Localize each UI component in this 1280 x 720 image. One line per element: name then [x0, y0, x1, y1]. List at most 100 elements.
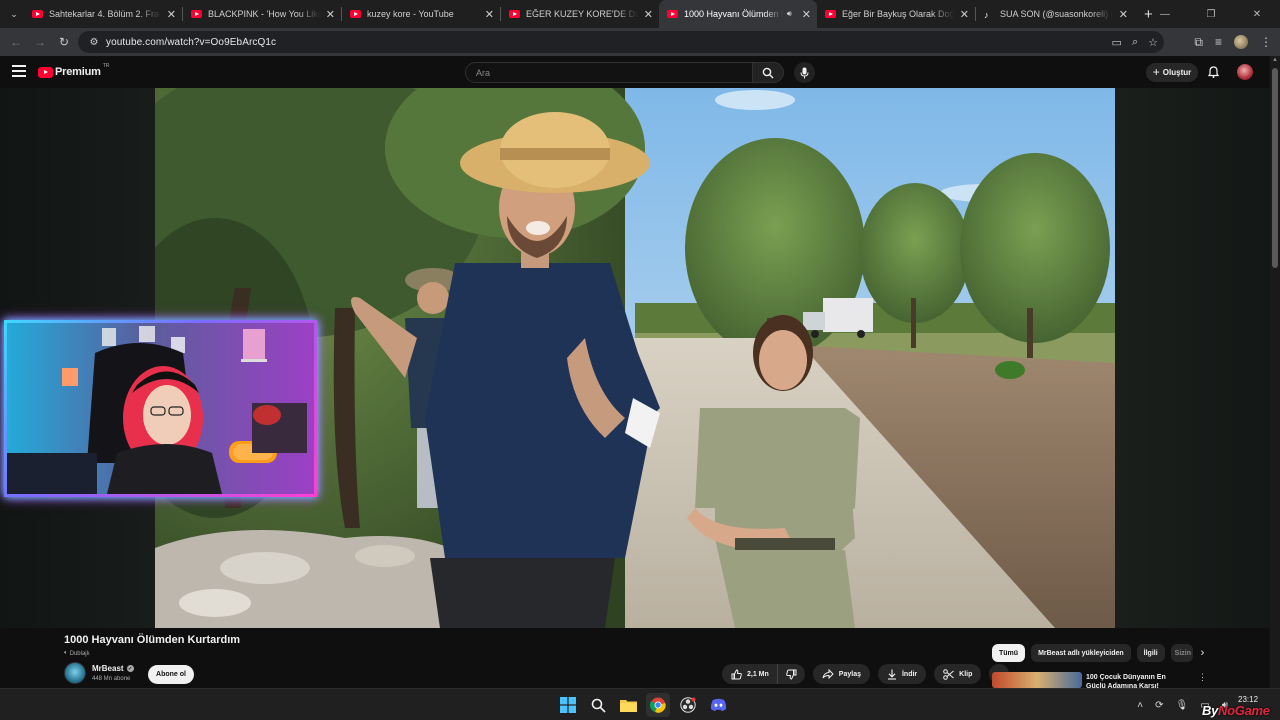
channel-name-row[interactable]: MrBeast ✓	[92, 664, 134, 673]
close-window-icon[interactable]: ✕	[1234, 9, 1280, 20]
create-button[interactable]: + Oluştur	[1146, 63, 1198, 82]
browser-toolbar: ← → ↻ ⚙︎ youtube.com/watch?v=Oo9EbArcQ1c…	[0, 28, 1280, 56]
reload-icon[interactable]: ↻	[52, 35, 76, 49]
recommended-video[interactable]: 100 Çocuk Dünyanın En Güçlü Adamına Karş…	[992, 672, 1212, 688]
address-bar[interactable]: ⚙︎ youtube.com/watch?v=Oo9EbArcQ1c ▭ ⌕ ☆	[78, 31, 1164, 53]
browser-tab-strip: ⌄ Sahtekarlar 4. Bölüm 2. Fragman ✕ BLAC…	[0, 0, 1280, 28]
back-icon[interactable]: ←	[4, 35, 28, 49]
tab-title: Eğer Bir Baykuş Olarak Doğsaydın	[842, 9, 954, 19]
browser-tab[interactable]: EĞER KUZEY KORE'DE DOĞSAYDIN ✕	[501, 0, 659, 28]
chevron-up-icon[interactable]: ˄	[1137, 700, 1143, 711]
folder-icon	[619, 700, 637, 712]
youtube-logo[interactable]: Premium TR	[38, 63, 109, 78]
youtube-icon	[667, 10, 678, 18]
browser-tab[interactable]: ♪ SUA SON (@suasonkoreli) | TikTok ✕	[976, 0, 1134, 28]
speaker-icon[interactable]: 🔊︎	[787, 9, 792, 19]
tab-title: BLACKPINK - 'How You Like That'	[208, 9, 320, 19]
related-filter-chips: Tümü MrBeast adlı yükleyiciden İlgili Si…	[992, 644, 1204, 662]
taskbar-apps	[556, 693, 730, 717]
start-button[interactable]	[556, 693, 580, 717]
cast-icon[interactable]: ▭	[1112, 36, 1122, 49]
search-icon	[591, 698, 606, 713]
download-button[interactable]: İndir	[877, 664, 927, 684]
recommended-thumbnail[interactable]	[992, 672, 1082, 688]
browser-menu-icon[interactable]: ⋮	[1260, 35, 1272, 49]
account-avatar[interactable]	[1237, 64, 1253, 80]
plus-icon: +	[1152, 65, 1160, 79]
bynogame-watermark: ByNoGame	[1202, 703, 1270, 718]
tab-title: EĞER KUZEY KORE'DE DOĞSAYDIN	[526, 9, 638, 19]
close-icon[interactable]: ✕	[644, 8, 653, 21]
close-icon[interactable]: ✕	[167, 8, 176, 21]
youtube-header: Premium TR + Oluştur	[0, 56, 1270, 88]
sync-icon[interactable]: ⟳	[1155, 700, 1163, 711]
ambient-right	[1115, 88, 1270, 628]
bookmark-star-icon[interactable]: ☆	[1148, 36, 1158, 49]
tab-search-button[interactable]: ⌄	[4, 4, 24, 24]
like-button[interactable]: 2,1 Mn	[722, 664, 777, 684]
scroll-up-icon[interactable]: ▲	[1272, 57, 1278, 63]
clip-button[interactable]: Klip	[934, 664, 982, 684]
extensions-icon[interactable]: ⧉	[1194, 35, 1203, 50]
file-explorer[interactable]	[616, 693, 640, 717]
chip-related[interactable]: İlgili	[1136, 644, 1165, 662]
recommended-title[interactable]: 100 Çocuk Dünyanın En Güçlü Adamına Karş…	[1086, 673, 1186, 688]
notifications-bell-icon[interactable]	[1208, 66, 1219, 78]
webcam-feed	[7, 323, 314, 494]
site-info-icon[interactable]: ⚙︎	[84, 37, 104, 48]
page-scrollbar[interactable]: ▲	[1270, 56, 1280, 688]
thumbs-down-icon	[786, 669, 797, 680]
youtube-icon	[32, 10, 43, 18]
tab-title: 1000 Hayvanı Ölümden Kurtardım	[684, 9, 783, 19]
chip-from-uploader[interactable]: MrBeast adlı yükleyiciden	[1031, 644, 1131, 662]
minimize-icon[interactable]: —	[1142, 9, 1188, 20]
media-control-icon[interactable]: ≡	[1215, 35, 1222, 49]
close-icon[interactable]: ✕	[485, 8, 494, 21]
tab-title: Sahtekarlar 4. Bölüm 2. Fragman	[49, 9, 161, 19]
forward-icon[interactable]: →	[28, 35, 52, 49]
search-input[interactable]	[466, 63, 736, 83]
youtube-icon	[191, 10, 202, 18]
channel-avatar[interactable]	[64, 662, 86, 684]
video-actions: 2,1 Mn Paylaş İndir Klip •••	[722, 664, 1010, 684]
tab-title: kuzey kore - YouTube	[367, 9, 454, 19]
search-icon	[762, 67, 774, 78]
discord-app[interactable]	[706, 693, 730, 717]
menu-icon[interactable]	[12, 65, 26, 77]
chevron-right-icon[interactable]: ›	[1201, 647, 1205, 659]
streamer-webcam-overlay	[4, 320, 317, 497]
dislike-button[interactable]	[776, 664, 805, 684]
share-button[interactable]: Paylaş	[812, 664, 870, 684]
microphone-tray-icon[interactable]: 🎙︎	[1176, 700, 1189, 711]
browser-tab[interactable]: kuzey kore - YouTube ✕	[342, 0, 500, 28]
close-icon[interactable]: ✕	[1119, 8, 1128, 21]
search-button[interactable]	[752, 62, 784, 83]
maximize-icon[interactable]: ❐	[1188, 9, 1234, 20]
browser-tab-active[interactable]: 1000 Hayvanı Ölümden Kurtardım 🔊︎ ✕	[659, 0, 817, 28]
chip-for-you[interactable]: Sizin için	[1170, 644, 1193, 662]
channel-name[interactable]: MrBeast	[92, 664, 124, 673]
download-icon	[887, 669, 896, 680]
chrome-app[interactable]	[646, 693, 670, 717]
url-text[interactable]: youtube.com/watch?v=Oo9EbArcQ1c	[106, 37, 276, 48]
watermark-by: By	[1202, 703, 1219, 718]
obs-app[interactable]	[676, 693, 700, 717]
browser-tab[interactable]: Eğer Bir Baykuş Olarak Doğsaydın ✕	[817, 0, 975, 28]
browser-tab[interactable]: Sahtekarlar 4. Bölüm 2. Fragman ✕	[24, 0, 182, 28]
chip-all[interactable]: Tümü	[992, 644, 1026, 662]
subscribe-button[interactable]: Abone ol	[148, 665, 194, 684]
close-icon[interactable]: ✕	[802, 8, 811, 21]
more-vertical-icon[interactable]: ⋮	[1198, 672, 1207, 683]
taskbar-search[interactable]	[586, 693, 610, 717]
zoom-icon[interactable]: ⌕	[1132, 36, 1138, 49]
profile-avatar[interactable]	[1234, 35, 1248, 49]
close-icon[interactable]: ✕	[960, 8, 969, 21]
close-icon[interactable]: ✕	[326, 8, 335, 21]
obs-icon	[680, 697, 696, 713]
video-details: 1000 Hayvanı Ölümden Kurtardım 🔈︎ Dublaj…	[0, 628, 1270, 688]
youtube-icon	[350, 10, 361, 18]
scrollbar-thumb[interactable]	[1272, 68, 1278, 268]
browser-tab[interactable]: BLACKPINK - 'How You Like That' ✕	[183, 0, 341, 28]
window-controls: — ❐ ✕	[1142, 0, 1280, 28]
voice-search-button[interactable]	[794, 62, 815, 83]
